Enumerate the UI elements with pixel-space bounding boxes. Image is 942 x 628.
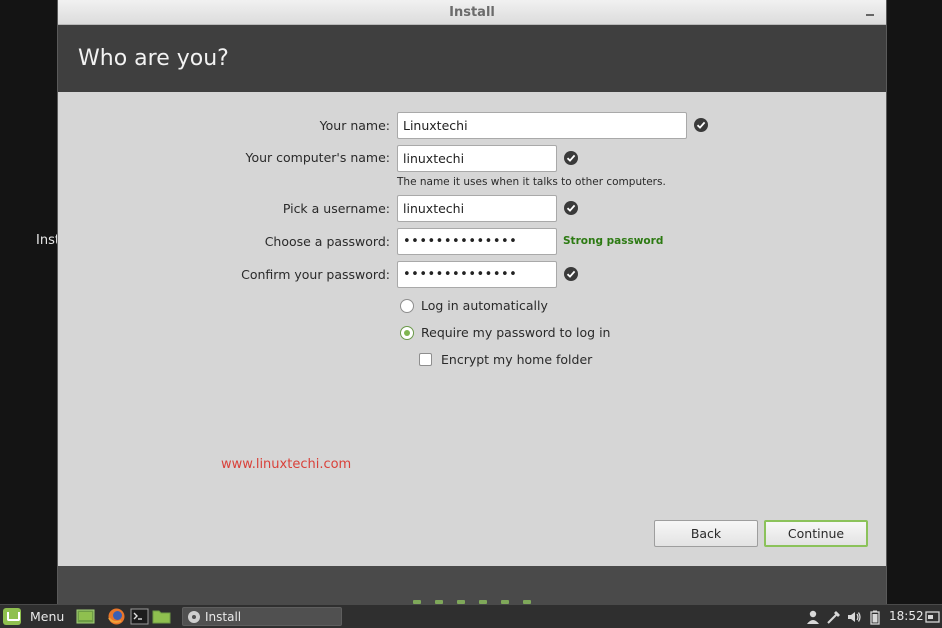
encrypt-home-label[interactable]: Encrypt my home folder xyxy=(441,352,592,367)
continue-button[interactable]: Continue xyxy=(764,520,868,547)
password-input[interactable]: •••••••••••••• xyxy=(397,228,557,255)
taskbar: Menu Install 18:52 xyxy=(0,604,942,628)
disc-icon xyxy=(188,611,200,623)
encrypt-home-checkbox[interactable] xyxy=(419,353,432,366)
username-input[interactable] xyxy=(397,195,557,222)
computer-name-valid-check-icon xyxy=(564,151,578,165)
menu-button[interactable]: Menu xyxy=(3,607,65,626)
confirm-password-label: Confirm your password: xyxy=(241,267,390,282)
network-icon[interactable] xyxy=(826,609,842,625)
confirm-password-valid-check-icon xyxy=(564,267,578,281)
clock: 18:52 xyxy=(889,609,924,623)
name-valid-check-icon xyxy=(694,118,708,132)
window-title: Install xyxy=(449,5,495,20)
password-label: Choose a password: xyxy=(264,234,390,249)
volume-icon[interactable] xyxy=(846,609,862,625)
username-label: Pick a username: xyxy=(282,201,390,216)
name-input[interactable] xyxy=(397,112,687,139)
confirm-password-input[interactable]: •••••••••••••• xyxy=(397,261,557,288)
files-icon[interactable] xyxy=(152,607,171,626)
page-title: Who are you? xyxy=(58,25,886,92)
username-valid-check-icon xyxy=(564,201,578,215)
terminal-icon[interactable] xyxy=(130,607,149,626)
linux-mint-logo-icon xyxy=(3,608,21,625)
taskbar-window-label: Install xyxy=(205,610,242,624)
battery-icon[interactable] xyxy=(867,609,883,625)
menu-label: Menu xyxy=(30,609,65,624)
computer-name-hint: The name it uses when it talks to other … xyxy=(397,176,666,188)
watermark-text: www.linuxtechi.com xyxy=(221,457,352,472)
show-desktop-icon[interactable] xyxy=(76,607,95,626)
computer-name-input[interactable] xyxy=(397,145,557,172)
slideshow-footer xyxy=(58,566,886,604)
login-automatically-label[interactable]: Log in automatically xyxy=(421,298,548,313)
window-titlebar[interactable]: Install xyxy=(58,0,886,25)
computer-name-label: Your computer's name: xyxy=(245,150,390,165)
name-label: Your name: xyxy=(319,118,390,133)
user-form: Your name: Your computer's name: The nam… xyxy=(58,92,886,566)
login-automatically-radio[interactable] xyxy=(400,299,414,313)
installer-window: Install Who are you? Your name: Your com… xyxy=(57,0,887,604)
password-strength-label: Strong password xyxy=(563,235,664,247)
require-password-radio[interactable] xyxy=(400,326,414,340)
taskbar-window-install[interactable]: Install xyxy=(182,607,342,626)
firefox-icon[interactable] xyxy=(107,607,126,626)
user-icon[interactable] xyxy=(805,609,821,625)
minimize-icon[interactable] xyxy=(864,5,876,19)
back-button[interactable]: Back xyxy=(654,520,758,547)
require-password-label[interactable]: Require my password to log in xyxy=(421,325,610,340)
workspace-switcher-icon[interactable] xyxy=(925,609,940,625)
